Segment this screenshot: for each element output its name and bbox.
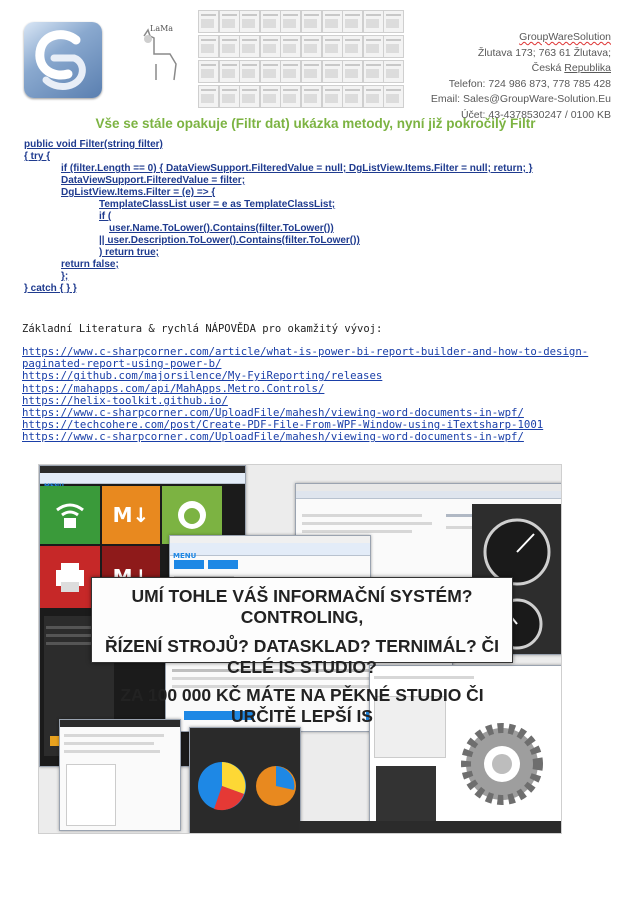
gs-logo — [24, 22, 102, 98]
promo-banner: UMÍ TOHLE VÁŠ INFORMAČNÍ SYSTÉM? CONTROL… — [91, 577, 513, 726]
list-window — [59, 719, 181, 831]
thumbnail — [301, 35, 322, 58]
thumbnail — [342, 60, 364, 83]
thumbnail — [218, 85, 240, 108]
pie-chart-window — [189, 727, 301, 833]
code-line: } catch { } } — [24, 283, 77, 294]
status-bar — [299, 821, 561, 833]
thumbnail — [362, 10, 384, 33]
printer-icon — [56, 563, 84, 592]
page-title: Vše se stále opakuje (Filtr dat) ukázka … — [95, 116, 536, 131]
lama-text: LaMa — [150, 24, 174, 33]
thumbnail — [342, 10, 364, 33]
thumbnail — [280, 85, 302, 108]
code-block: public void Filter(string filter) { try … — [24, 139, 533, 295]
markdown-tile[interactable]: M↓ — [102, 486, 160, 544]
thumbnail — [362, 85, 384, 108]
thumbnail — [259, 35, 281, 58]
thumbnail — [301, 60, 322, 83]
code-line: }; — [61, 271, 69, 282]
thumbnail — [218, 35, 240, 58]
thumbnail — [321, 10, 343, 33]
code-line: if (filter.Length == 0) { DataViewSuppor… — [61, 163, 533, 174]
thumbnail — [218, 10, 240, 33]
company-phone: Telefon: 724 986 873, 778 785 428 — [448, 77, 611, 90]
thumbnail — [383, 10, 405, 33]
company-name: GroupWareSolution — [519, 31, 611, 43]
pie-chart-icon — [198, 762, 296, 811]
screenshot-thumbnails — [198, 10, 405, 110]
thumbnail — [383, 60, 405, 83]
code-line: || user.Description.ToLower().Contains(f… — [99, 235, 360, 246]
thumbnail — [198, 35, 219, 58]
wifi-lock-icon — [56, 503, 84, 528]
code-line: { try { — [24, 151, 51, 162]
thumbnail — [362, 35, 384, 58]
thumbnail — [321, 60, 343, 83]
app-screenshot-collage: MENU M↓ M↓ — [38, 464, 562, 834]
link-list: https://www.c-sharpcorner.com/article/wh… — [22, 345, 588, 444]
company-info: GroupWareSolution Žlutava 173; 763 61 Žl… — [431, 30, 611, 123]
code-line: public void Filter(string filter) — [24, 139, 163, 150]
thumbnail — [342, 35, 364, 58]
thumbnail — [362, 60, 384, 83]
thumbnail — [239, 35, 261, 58]
link-fyireporting[interactable]: https://github.com/majorsilence/My-FyiRe… — [22, 370, 588, 382]
thumbnail — [198, 10, 219, 33]
thumbnail — [259, 85, 281, 108]
thumbnail — [342, 85, 364, 108]
gear-icon — [461, 723, 543, 805]
code-line: return false; — [61, 259, 119, 270]
thumbnail — [301, 85, 322, 108]
thumbnail — [259, 10, 281, 33]
github-icon — [178, 501, 206, 529]
banner-line-2: ŘÍZENÍ STROJŮ? DATASKLAD? TERNIMÁL? ČI C… — [104, 636, 500, 677]
thumbnail — [198, 85, 219, 108]
link-word-documents-2[interactable]: https://www.c-sharpcorner.com/UploadFile… — [22, 431, 588, 443]
thumbnail — [280, 10, 302, 33]
banner-line-1: UMÍ TOHLE VÁŠ INFORMAČNÍ SYSTÉM? CONTROL… — [131, 586, 473, 627]
code-line: if ( — [99, 211, 112, 222]
thumbnail — [259, 60, 281, 83]
code-line: TemplateClassList user = e as TemplateCl… — [99, 199, 336, 210]
thumbnail — [280, 60, 302, 83]
thumbnail — [198, 60, 219, 83]
code-line: DgListView.Items.Filter = (e) => { — [61, 187, 216, 198]
thumbnail — [301, 10, 322, 33]
company-country: Česká Republika — [531, 62, 611, 74]
company-address: Žlutava 173; 763 61 Žlutava; — [477, 46, 611, 59]
thumbnail — [321, 35, 343, 58]
thumbnail — [280, 35, 302, 58]
literature-heading: Základní Literatura & rychlá NÁPOVĚDA pr… — [22, 323, 383, 335]
thumbnail — [239, 60, 261, 83]
thumbnail — [239, 10, 261, 33]
code-line: user.Name.ToLower().Contains(filter.ToLo… — [109, 223, 334, 234]
thumbnail — [321, 85, 343, 108]
thumbnail — [383, 85, 405, 108]
thumbnail — [383, 35, 405, 58]
code-line: ) return true; — [99, 247, 159, 258]
thumbnail — [239, 85, 261, 108]
thumbnail — [218, 60, 240, 83]
code-line: DataViewSupport.FilteredValue = filter; — [61, 175, 246, 186]
link-mahapps[interactable]: https://mahapps.com/api/MahApps.Metro.Co… — [22, 382, 588, 395]
wifi-lock-tile[interactable] — [40, 486, 100, 544]
company-email: Email: Sales@GroupWare-Solution.Eu — [430, 93, 611, 105]
banner-line-3: ZA 100 000 KČ MÁTE NA PĚKNÉ STUDIO ČI UR… — [120, 685, 484, 726]
